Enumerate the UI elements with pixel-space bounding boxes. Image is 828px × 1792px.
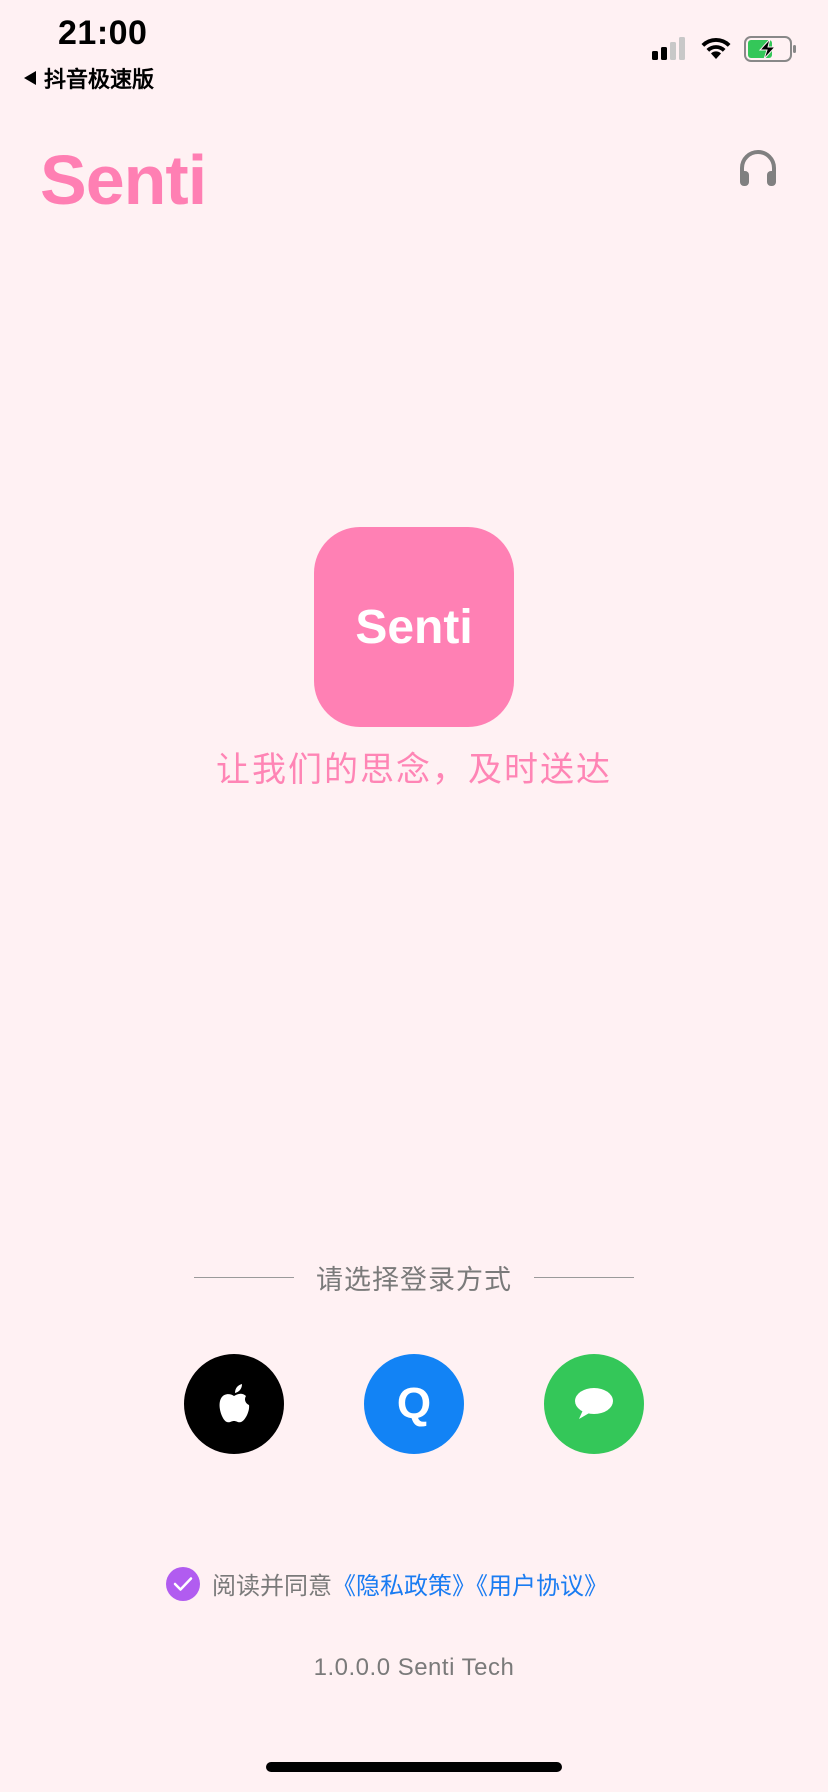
checkmark-icon: [173, 1576, 193, 1591]
version-text: 1.0.0.0 Senti Tech: [313, 1654, 515, 1681]
slogan: 让我们的思念，及时送达: [216, 751, 612, 789]
home-indicator[interactable]: [266, 1762, 562, 1772]
divider-line-right: [534, 1276, 634, 1279]
headphone-button[interactable]: [734, 144, 782, 192]
wifi-icon: [701, 37, 731, 59]
back-app-label: 抖音极速版: [44, 67, 155, 92]
logo-text: Senti: [355, 600, 473, 654]
status-time: 21:00: [58, 14, 148, 52]
cellular-signal-icon: [652, 37, 685, 60]
login-method-divider: 请选择登录方式: [194, 1258, 634, 1297]
user-agreement-link[interactable]: 《用户协议》: [476, 1573, 608, 1600]
qq-login-button[interactable]: Q: [364, 1354, 464, 1454]
status-icons: [652, 36, 798, 62]
qq-icon: Q: [396, 1379, 432, 1428]
login-method-label: 请选择登录方式: [316, 1265, 512, 1295]
app-logo: Senti: [314, 527, 514, 727]
apple-login-button[interactable]: [184, 1354, 284, 1454]
back-to-app-button[interactable]: 抖音极速版: [24, 62, 154, 94]
message-login-button[interactable]: [544, 1354, 644, 1454]
divider-line-left: [194, 1276, 294, 1279]
app-title: Senti: [40, 141, 207, 219]
privacy-policy-link[interactable]: 《隐私政策》: [332, 1573, 476, 1600]
headphone-icon: [740, 150, 776, 186]
message-bubble-icon: [575, 1388, 613, 1419]
battery-charging-icon: [744, 36, 796, 62]
status-bar: 21:00 抖音极速版: [0, 0, 828, 100]
back-arrow-icon: [24, 71, 36, 85]
agreement-checkbox[interactable]: [166, 1566, 200, 1601]
apple-icon: [219, 1384, 250, 1423]
agreement-row: 阅读并同意《隐私政策》《用户协议》: [166, 1566, 608, 1601]
agreement-prefix: 阅读并同意: [212, 1573, 332, 1600]
